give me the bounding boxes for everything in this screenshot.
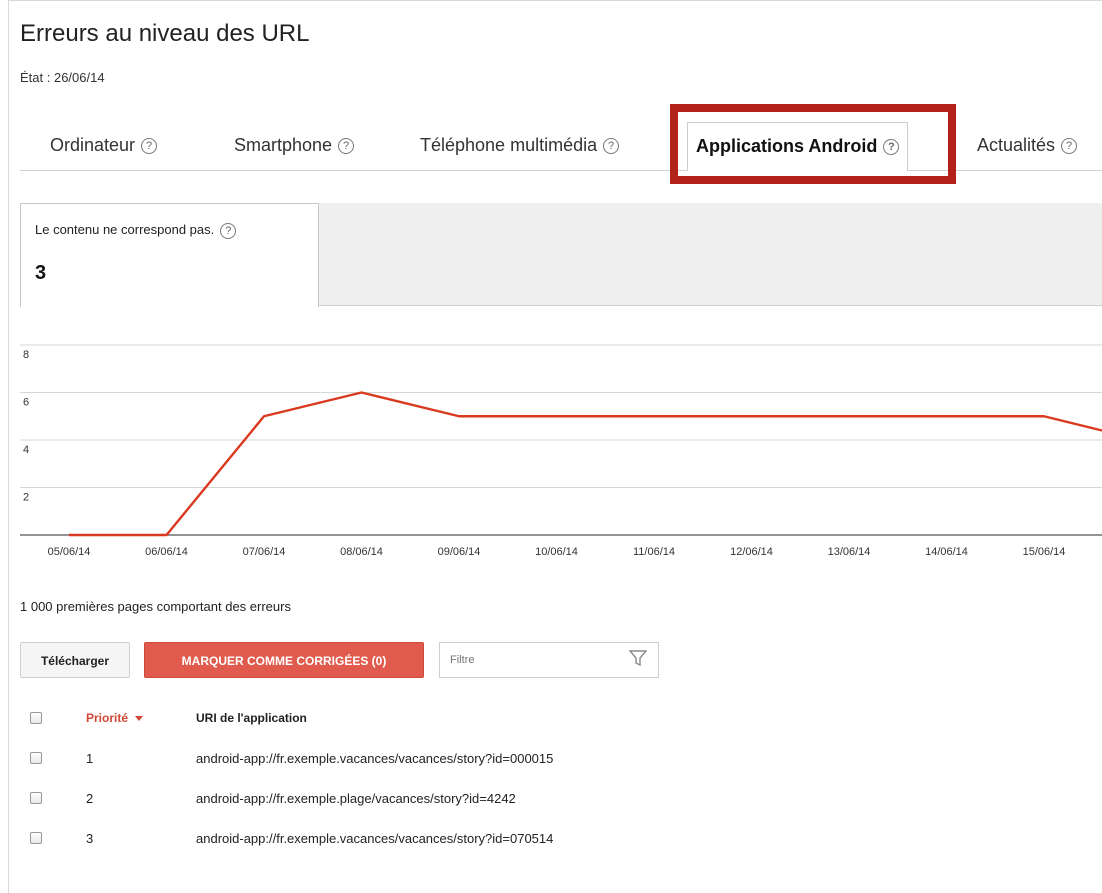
help-icon[interactable]: ? <box>141 138 158 155</box>
row-uri[interactable]: android-app://fr.exemple.plage/vacances/… <box>196 791 516 806</box>
metric-value: 3 <box>35 262 47 284</box>
x-tick-label: 09/06/14 <box>438 546 481 558</box>
tab-telephone-multimedia[interactable]: Téléphone multimédia? <box>420 120 620 170</box>
table-row[interactable]: 2 android-app://fr.exemple.plage/vacance… <box>20 780 1102 820</box>
help-icon[interactable]: ? <box>220 222 237 239</box>
y-tick-label: 6 <box>23 397 29 409</box>
status-date: État : 26/06/14 <box>20 70 105 85</box>
series-line <box>69 391 1102 537</box>
y-tick-label: 4 <box>23 444 29 456</box>
y-tick-label: 2 <box>23 492 29 504</box>
row-priority: 1 <box>86 751 94 766</box>
row-checkbox[interactable] <box>30 792 42 804</box>
y-tick-label: 8 <box>23 349 29 361</box>
row-priority: 2 <box>86 791 94 806</box>
x-tick-label: 07/06/14 <box>243 546 286 558</box>
row-priority: 3 <box>86 831 94 846</box>
page-title: Erreurs au niveau des URL <box>20 20 310 47</box>
list-caption: 1 000 premières pages comportant des err… <box>20 599 291 614</box>
tab-label: Ordinateur <box>50 135 136 155</box>
mark-fixed-button[interactable]: MARQUER COMME CORRIGÉES (0) <box>144 642 424 678</box>
tab-actualites[interactable]: Actualités? <box>977 120 1078 170</box>
x-tick-label: 13/06/14 <box>828 546 871 558</box>
x-tick-label: 08/06/14 <box>340 546 383 558</box>
row-checkbox[interactable] <box>30 752 42 764</box>
x-tick-label: 10/06/14 <box>535 546 578 558</box>
funnel-icon[interactable] <box>629 650 647 666</box>
table-row[interactable]: 3 android-app://fr.exemple.vacances/vaca… <box>20 820 1102 860</box>
row-uri[interactable]: android-app://fr.exemple.vacances/vacanc… <box>196 831 553 846</box>
x-tick-label: 14/06/14 <box>925 546 968 558</box>
metric-label: Le contenu ne correspond pas.? <box>35 222 237 239</box>
row-checkbox[interactable] <box>30 832 42 844</box>
uri-column-header: URI de l'application <box>196 711 307 725</box>
tab-smartphone[interactable]: Smartphone? <box>234 120 355 170</box>
highlight-annotation <box>670 104 956 184</box>
tab-label: Téléphone multimédia <box>420 135 598 155</box>
priority-header-label: Priorité <box>86 711 129 725</box>
priority-column-header[interactable]: Priorité <box>86 711 144 725</box>
table-header: Priorité URI de l'application <box>20 700 1102 740</box>
x-tick-label: 11/06/14 <box>633 546 675 558</box>
chart-svg: 2 4 6 8 05/06/14 06/06/14 07/06/14 08/06/14 09/0… <box>20 344 1102 558</box>
x-tick-label: 15/06/14 <box>1023 546 1066 558</box>
metric-label-text: Le contenu ne correspond pas. <box>35 222 215 237</box>
tab-label: Smartphone <box>234 135 333 155</box>
sort-down-icon <box>135 716 144 722</box>
help-icon[interactable]: ? <box>1061 138 1078 155</box>
download-button[interactable]: Télécharger <box>20 642 130 678</box>
metric-tab-content-mismatch[interactable]: Le contenu ne correspond pas.? 3 <box>20 203 319 307</box>
select-all-checkbox[interactable] <box>30 712 42 724</box>
help-icon[interactable]: ? <box>603 138 620 155</box>
metric-strip: Le contenu ne correspond pas.? 3 <box>20 203 1102 307</box>
x-tick-label: 12/06/14 <box>730 546 773 558</box>
tab-label: Actualités <box>977 135 1056 155</box>
row-uri[interactable]: android-app://fr.exemple.vacances/vacanc… <box>196 751 553 766</box>
error-chart: 2 4 6 8 05/06/14 06/06/14 07/06/14 08/06/14 09/0… <box>20 330 1102 570</box>
tab-ordinateur[interactable]: Ordinateur? <box>50 120 158 170</box>
help-icon[interactable]: ? <box>338 138 355 155</box>
x-tick-label: 06/06/14 <box>145 546 188 558</box>
x-tick-label: 05/06/14 <box>48 546 91 558</box>
table-row[interactable]: 1 android-app://fr.exemple.vacances/vaca… <box>20 740 1102 780</box>
filter-input[interactable] <box>439 642 659 678</box>
